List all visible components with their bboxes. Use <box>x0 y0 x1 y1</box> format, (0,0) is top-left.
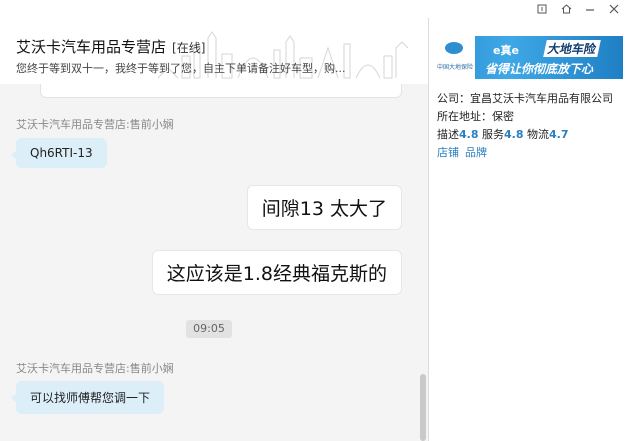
message-sender: 艾沃卡汽车用品专营店:售前小娴 <box>16 118 174 131</box>
banner-line1: e真e <box>493 44 519 57</box>
service-label: 服务 <box>482 128 504 141</box>
insurer-logo-text: 中国大地保险 <box>436 64 473 71</box>
incoming-message-bubble: Qh6RTI-13 <box>11 138 107 168</box>
message-sender: 艾沃卡汽车用品专营店:售前小娴 <box>16 362 174 375</box>
describe-score: 4.8 <box>459 128 479 141</box>
home-icon[interactable] <box>554 0 578 18</box>
chat-header: 艾沃卡汽车用品专营店 [在线] 您终于等到双十一，我终于等到了您，自主下单请备注好… <box>0 18 428 84</box>
ad-banner[interactable]: 中国大地保险 e真e 大地车险 省得让你彻底放下心 <box>433 36 623 79</box>
shop-name: 艾沃卡汽车用品专营店 <box>16 38 167 56</box>
shop-link[interactable]: 店铺 <box>437 146 459 159</box>
outgoing-message-bubble: 这应该是1.8经典福克斯的 <box>151 250 402 295</box>
describe-label: 描述 <box>437 128 459 141</box>
close-icon[interactable] <box>602 0 626 18</box>
logistics-score: 4.7 <box>549 128 569 141</box>
shop-signature: 您终于等到双十一，我终于等到了您，自主下单请备注好车型，购... <box>16 62 346 75</box>
logistics-label: 物流 <box>527 128 549 141</box>
insurer-logo: 中国大地保险 <box>433 36 475 79</box>
shop-info-panel: 中国大地保险 e真e 大地车险 省得让你彻底放下心 公司：宜昌艾沃卡汽车用品有限… <box>428 18 626 441</box>
partial-message-bubble: — <box>40 84 402 98</box>
insurer-logo-icon <box>445 42 463 54</box>
message-timestamp: 09:05 <box>186 320 232 338</box>
shop-links: 店铺 品牌 <box>437 144 621 162</box>
restore-icon[interactable] <box>530 0 554 18</box>
chat-scrollbar[interactable] <box>420 84 426 441</box>
online-status: [在线] <box>172 41 206 55</box>
scrollbar-thumb[interactable] <box>420 374 426 441</box>
shop-name-title[interactable]: 艾沃卡汽车用品专营店 [在线] <box>16 36 205 57</box>
shop-ratings: 描述4.8 服务4.8 物流4.7 <box>437 126 621 144</box>
window-controls <box>530 0 626 18</box>
shop-info: 公司：宜昌艾沃卡汽车用品有限公司 所在地址：保密 描述4.8 服务4.8 物流4… <box>437 90 621 162</box>
chat-messages-area[interactable]: — 艾沃卡汽车用品专营店:售前小娴 Qh6RTI-13 间隙13 太大了 这应该… <box>0 84 428 441</box>
company-name: 公司：宜昌艾沃卡汽车用品有限公司 <box>437 92 613 105</box>
brand-link[interactable]: 品牌 <box>465 146 487 159</box>
chat-window: 艾沃卡汽车用品专营店 [在线] 您终于等到双十一，我终于等到了您，自主下单请备注好… <box>0 0 626 441</box>
service-score: 4.8 <box>504 128 524 141</box>
banner-line3: 省得让你彻底放下心 <box>485 62 594 76</box>
shop-address: 所在地址：保密 <box>437 110 514 123</box>
incoming-message-bubble: 可以找师傅帮您调一下 <box>10 381 165 414</box>
outgoing-message-bubble: 间隙13 太大了 <box>246 185 402 230</box>
banner-line2: 大地车险 <box>543 40 601 57</box>
minimize-icon[interactable] <box>578 0 602 18</box>
